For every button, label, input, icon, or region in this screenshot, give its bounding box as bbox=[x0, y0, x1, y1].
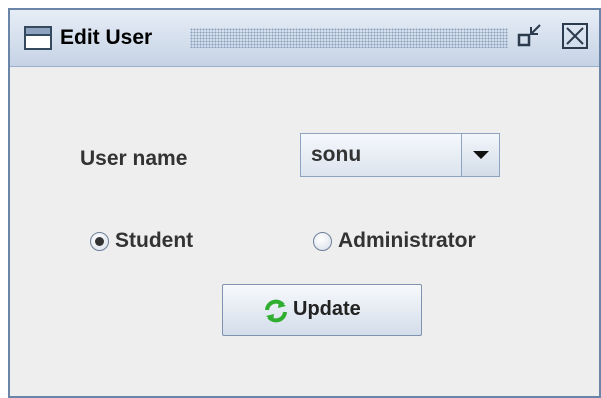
form-panel: User name sonu Student Administrator Upd… bbox=[10, 67, 599, 396]
window-title: Edit User bbox=[60, 26, 153, 49]
student-radio-label[interactable]: Student bbox=[115, 229, 193, 253]
update-button[interactable]: Update bbox=[222, 284, 422, 336]
edit-user-window: Edit User User name sonu Student Adminis… bbox=[8, 8, 601, 398]
restore-icon[interactable] bbox=[514, 22, 544, 52]
close-button[interactable] bbox=[562, 23, 588, 49]
refresh-icon bbox=[265, 299, 287, 323]
title-bar[interactable]: Edit User bbox=[10, 10, 599, 67]
administrator-radio[interactable] bbox=[313, 232, 332, 251]
username-combobox[interactable]: sonu bbox=[300, 133, 500, 177]
username-label: User name bbox=[80, 147, 188, 170]
title-bar-grip bbox=[190, 28, 508, 48]
administrator-radio-label[interactable]: Administrator bbox=[338, 229, 476, 253]
update-button-label: Update bbox=[293, 298, 361, 320]
close-icon bbox=[566, 27, 584, 45]
student-radio[interactable] bbox=[90, 232, 109, 251]
chevron-down-icon[interactable] bbox=[461, 134, 499, 176]
window-icon bbox=[24, 26, 52, 50]
username-value: sonu bbox=[311, 143, 362, 166]
